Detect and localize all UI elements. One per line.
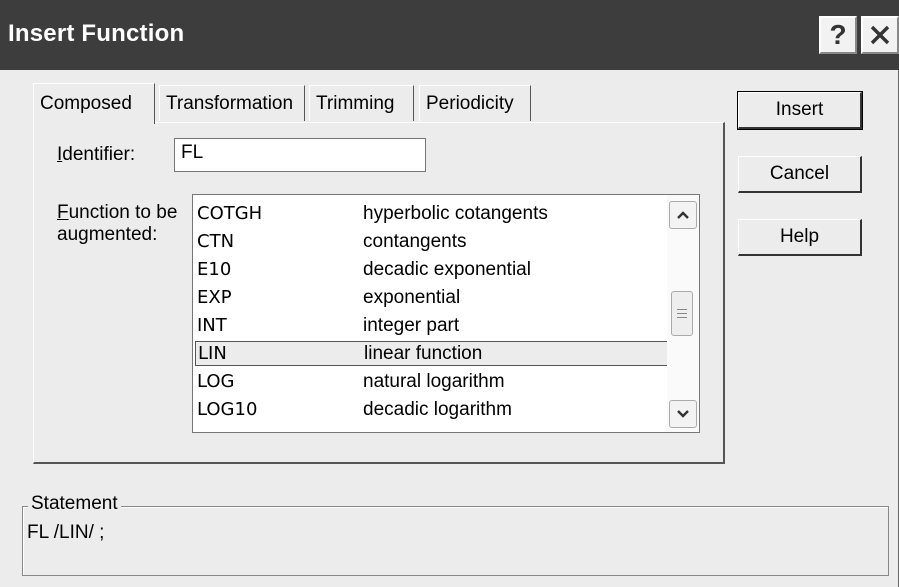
grip-line: [677, 317, 687, 318]
function-listbox[interactable]: COTGH hyperbolic cotangents CTN contange…: [192, 194, 700, 433]
tab-label: Periodicity: [426, 92, 514, 114]
list-item[interactable]: INT integer part: [195, 313, 669, 338]
list-item-selected[interactable]: LIN linear function: [195, 341, 669, 366]
list-item[interactable]: E10 decadic exponential: [195, 257, 669, 282]
list-item[interactable]: LOG natural logarithm: [195, 369, 669, 394]
function-label: Function to be augmented:: [57, 202, 178, 245]
scroll-down-button[interactable]: [669, 400, 697, 428]
title-bar[interactable]: Insert Function ?: [0, 0, 899, 70]
identifier-input[interactable]: FL: [174, 138, 426, 172]
help-button[interactable]: Help: [738, 219, 862, 256]
tab-trimming[interactable]: Trimming: [309, 85, 414, 121]
list-item[interactable]: EXP exponential: [195, 285, 669, 310]
scroll-up-button[interactable]: [669, 201, 697, 229]
tab-composed[interactable]: Composed: [33, 83, 155, 124]
statement-group: [22, 506, 889, 576]
tab-label: Transformation: [166, 92, 294, 114]
grip-line: [677, 313, 687, 314]
insert-function-dialog: Insert Function ? Composed Transformatio…: [0, 0, 899, 587]
grip-line: [677, 309, 687, 310]
close-title-button[interactable]: [861, 16, 899, 54]
insert-button[interactable]: Insert: [737, 91, 863, 130]
list-scrollbar[interactable]: [667, 195, 699, 432]
list-item[interactable]: CTN contangents: [195, 229, 669, 254]
cancel-button[interactable]: Cancel: [738, 156, 862, 193]
statement-text: FL /LIN/ ;: [27, 522, 105, 543]
help-title-button[interactable]: ?: [819, 16, 857, 54]
tab-periodicity[interactable]: Periodicity: [419, 85, 531, 121]
window-title: Insert Function: [8, 20, 185, 47]
tab-label: Composed: [40, 93, 132, 114]
scroll-thumb[interactable]: [671, 291, 693, 336]
list-item[interactable]: COTGH hyperbolic cotangents: [195, 201, 669, 226]
tab-label: Trimming: [316, 92, 395, 114]
tab-transformation[interactable]: Transformation: [159, 85, 305, 121]
chevron-up-icon: [677, 211, 689, 219]
statement-group-title: Statement: [28, 493, 121, 515]
question-mark-icon: ?: [829, 19, 847, 50]
chevron-down-icon: [677, 410, 689, 418]
identifier-label: Identifier:: [57, 144, 136, 165]
list-item[interactable]: LOG10 decadic logarithm: [195, 397, 669, 422]
close-icon: [870, 25, 890, 45]
